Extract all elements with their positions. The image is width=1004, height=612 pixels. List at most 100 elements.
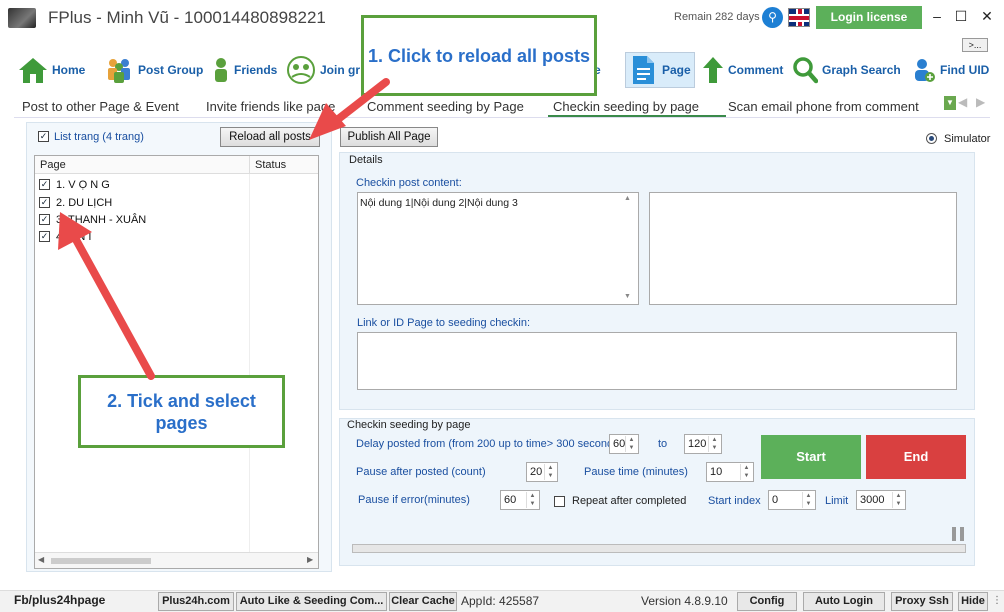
group-icon (104, 55, 134, 85)
toolbar-label: Post Group (138, 63, 204, 77)
toolbar-find-uid[interactable]: Find UID (912, 52, 989, 88)
fb-page-link[interactable]: Fb/plus24hpage (14, 593, 105, 607)
to-label: to (658, 438, 668, 450)
login-license-button[interactable]: Login license (816, 6, 922, 29)
page-grid: Page Status ✓ 1. V Ọ N G ✓ 2. DU LỊCH ✓ … (34, 155, 319, 569)
page-checkbox[interactable]: ✓ (39, 179, 50, 190)
link-id-textarea[interactable] (357, 332, 957, 390)
toolbar-post-group[interactable]: Post Group (104, 52, 203, 88)
progress-bar (352, 544, 966, 553)
checkin-content-value: Nội dung 1|Nội dung 2|Nội dung 3 (360, 197, 518, 209)
repeat-label: Repeat after completed (572, 495, 687, 507)
tab-checkin-seeding[interactable]: Checkin seeding by page (553, 99, 699, 114)
app-logo-icon (8, 8, 36, 28)
auto-like-seeding-button[interactable]: Auto Like & Seeding Com... (236, 592, 387, 611)
repeat-checkbox[interactable] (554, 496, 565, 507)
plus24h-button[interactable]: Plus24h.com (158, 592, 234, 611)
toolbar-label: Friends (234, 63, 278, 77)
checkin-content-label: Checkin post content: (356, 177, 462, 189)
toolbar-label: Comment (728, 63, 784, 77)
version-label: Version 4.8.9.10 (641, 594, 728, 608)
checkin-content-textarea[interactable]: Nội dung 1|Nội dung 2|Nội dung 3 ▲ ▼ (357, 192, 639, 305)
toolbar-scroll-button[interactable]: >... (962, 38, 988, 52)
toolbar-label: Find UID (940, 63, 990, 77)
auto-login-button[interactable]: Auto Login (803, 592, 885, 611)
details-title: Details (347, 154, 385, 166)
close-button[interactable]: ✕ (976, 6, 998, 26)
page-row[interactable]: ✓ 4. ...N I (35, 229, 249, 247)
simulator-radio[interactable] (926, 133, 937, 144)
pause-error-input[interactable]: 60 (500, 490, 540, 510)
page-name: 4. ...N I (56, 231, 92, 243)
pause-time-label: Pause time (minutes) (584, 466, 688, 478)
language-flag-icon[interactable] (788, 8, 810, 27)
minimize-button[interactable]: – (926, 6, 948, 26)
toolbar-label: Page (662, 63, 691, 77)
start-index-label: Start index (708, 495, 761, 507)
proxy-ssh-button[interactable]: Proxy Ssh (891, 592, 953, 611)
page-checkbox[interactable]: ✓ (39, 197, 50, 208)
key-icon[interactable]: ⚲ (762, 7, 783, 28)
settings-title: Checkin seeding by page (347, 419, 471, 431)
page-checkbox[interactable]: ✓ (39, 214, 50, 225)
limit-input[interactable]: 3000 (856, 490, 906, 510)
delay-to-input[interactable]: 120 (684, 434, 722, 454)
pause-after-input[interactable]: 20 (526, 462, 558, 482)
pause-time-input[interactable]: 10 (706, 462, 754, 482)
pause-after-label: Pause after posted (count) (356, 466, 486, 478)
tab-next-icon[interactable]: ▶ (976, 95, 985, 109)
reload-all-posts-button[interactable]: Reload all posts (220, 127, 320, 147)
config-button[interactable]: Config (737, 592, 797, 611)
toolbar-label: Graph Search (822, 63, 901, 77)
toolbar-graph-search[interactable]: Graph Search (792, 52, 901, 88)
col-page-header: Page (40, 159, 66, 171)
up-arrow-icon (702, 55, 724, 85)
clear-cache-button[interactable]: Clear Cache (389, 592, 457, 611)
end-button[interactable]: End (866, 435, 966, 479)
callout-reload: 1. Click to reload all posts (361, 15, 597, 96)
tab-prev-icon[interactable]: ◀ (958, 95, 967, 109)
toolbar-friends[interactable]: Friends (212, 52, 277, 88)
delay-from-input[interactable]: 60 (609, 434, 639, 454)
simulator-label: Simulator (944, 133, 991, 145)
resize-grip-icon[interactable]: ⋮ (992, 595, 1002, 606)
tab-invite-friends[interactable]: Invite friends like page (206, 99, 335, 114)
tab-scan-email[interactable]: Scan email phone from comment (728, 99, 919, 114)
page-icon (628, 55, 658, 85)
toolbar-label: Home (52, 63, 86, 77)
checkin-preview-box[interactable] (649, 192, 957, 305)
tab-comment-seeding[interactable]: Comment seeding by Page (367, 99, 524, 114)
grid-header: Page Status (35, 156, 318, 174)
col-status-header: Status (255, 159, 287, 171)
toolbar-label: Join gr (320, 63, 361, 77)
link-id-label: Link or ID Page to seeding checkin: (357, 317, 531, 329)
callout-select: 2. Tick and select pages (78, 375, 285, 448)
app-id: AppId: 425587 (461, 594, 540, 608)
publish-all-page-button[interactable]: Publish All Page (340, 127, 438, 147)
toolbar-join-group[interactable]: Join gr (286, 52, 360, 88)
grid-horizontal-scrollbar[interactable]: ◀ ▶ (35, 552, 318, 568)
toolbar-comment[interactable]: Comment (702, 52, 783, 88)
toolbar-home[interactable]: Home (18, 52, 85, 88)
start-button[interactable]: Start (761, 435, 861, 479)
page-row[interactable]: ✓ 2. DU LỊCH (35, 195, 249, 213)
pause-icon[interactable] (952, 527, 964, 541)
scroll-down-icon[interactable]: ▼ (624, 293, 631, 300)
hide-button[interactable]: Hide (958, 592, 988, 611)
page-name: 1. V Ọ N G (56, 179, 110, 191)
tab-post-other-page[interactable]: Post to other Page & Event (22, 99, 179, 114)
maximize-button[interactable]: ☐ (950, 6, 972, 26)
add-user-icon (912, 55, 936, 85)
active-tab-indicator (548, 115, 726, 117)
start-index-input[interactable]: 0 (768, 490, 816, 510)
pause-error-label: Pause if error(minutes) (358, 494, 470, 506)
page-row[interactable]: ✓ 1. V Ọ N G (35, 177, 249, 195)
limit-label: Limit (825, 495, 849, 507)
list-trang-checkbox[interactable]: ✓ (38, 131, 49, 142)
tab-dropdown-icon[interactable]: ▼ (944, 96, 956, 110)
page-row[interactable]: ✓ 3. THANH - XUÂN (35, 212, 249, 230)
page-checkbox[interactable]: ✓ (39, 231, 50, 242)
window-title: FPlus - Minh Vũ - 100014480898221 (48, 8, 326, 27)
scroll-up-icon[interactable]: ▲ (624, 195, 631, 202)
toolbar-page[interactable]: Page (625, 52, 695, 88)
